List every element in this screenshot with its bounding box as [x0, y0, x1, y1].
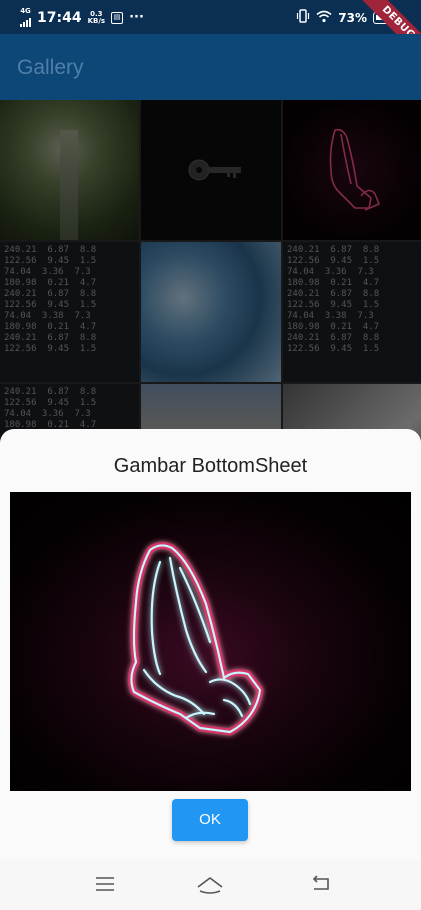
bottom-sheet-title: Gambar BottomSheet — [113, 455, 308, 477]
back-icon[interactable] — [310, 874, 332, 899]
app-bar-title: Gallery — [17, 56, 84, 79]
bottom-sheet-image — [10, 492, 411, 791]
battery-percent: 73% — [338, 10, 367, 25]
data-rate: 0.3 KB/s — [87, 10, 106, 25]
more-notifications: ··· — [129, 10, 144, 25]
data-rate-unit: KB/s — [87, 16, 106, 25]
vibrate-icon — [296, 9, 310, 26]
home-icon[interactable] — [196, 874, 224, 901]
bottom-sheet: Gambar BottomSheet OK — [0, 429, 421, 860]
praying-hands-image — [127, 541, 264, 736]
clock: 17:44 — [37, 9, 82, 26]
network-type: 4G — [20, 7, 31, 15]
modal-scrim[interactable] — [0, 100, 421, 440]
signal-icon: 4G — [20, 8, 31, 27]
app-bar: Gallery — [0, 34, 421, 100]
app-screen: 4G 17:44 0.3 KB/s ▤ ··· 73% DEBUG Galler… — [0, 0, 421, 910]
status-bar: 4G 17:44 0.3 KB/s ▤ ··· 73% DEBUG — [0, 0, 421, 65]
wifi-icon — [316, 10, 332, 26]
ok-button[interactable]: OK — [172, 799, 248, 841]
navigation-bar — [0, 860, 421, 910]
notification-icon: ▤ — [111, 11, 124, 24]
menu-icon[interactable] — [94, 874, 116, 899]
status-left: 4G 17:44 0.3 KB/s ▤ ··· — [20, 8, 144, 27]
